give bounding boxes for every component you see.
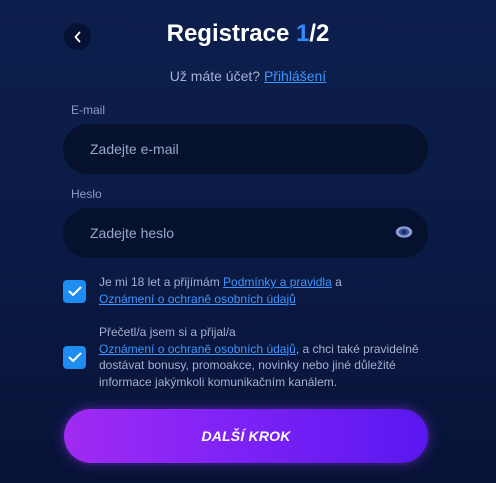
check-icon (68, 352, 81, 362)
terms-checkbox[interactable] (63, 280, 86, 303)
check-icon (68, 286, 81, 296)
step-current: 1 (296, 20, 310, 47)
page-title: Registrace 1/2 (0, 20, 496, 48)
marketing-text-before: Přečetl/a jsem si a přijal/a (99, 325, 236, 339)
password-input[interactable] (88, 224, 382, 242)
password-field-wrapper[interactable] (63, 208, 428, 258)
email-input[interactable] (88, 140, 382, 158)
email-label: E-mail (71, 103, 106, 117)
login-prompt-text: Už máte účet? (169, 68, 264, 84)
next-step-button[interactable]: DALŠÍ KROK (64, 409, 428, 463)
terms-text-middle: a (331, 275, 342, 289)
marketing-consent-text: Přečetl/a jsem si a přijal/a Oznámení o … (99, 324, 439, 390)
terms-text-before: Je mi 18 let a přijímám (99, 275, 224, 289)
marketing-checkbox[interactable] (63, 346, 86, 369)
login-link[interactable]: Přihlášení (264, 68, 326, 84)
page-title-text: Registrace (166, 20, 297, 47)
terms-link[interactable]: Podmínky a pravidla (223, 275, 332, 289)
privacy-link-2[interactable]: Oznámení o ochraně osobních údajů (99, 342, 296, 356)
email-field-wrapper[interactable] (63, 124, 428, 174)
password-label: Heslo (71, 187, 102, 201)
eye-icon[interactable] (395, 225, 413, 239)
login-prompt: Už máte účet? Přihlášení (0, 68, 496, 84)
terms-consent-text: Je mi 18 let a přijímám Podmínky a pravi… (99, 274, 439, 307)
step-total: /2 (309, 20, 330, 47)
privacy-link-1[interactable]: Oznámení o ochraně osobních údajů (99, 292, 296, 306)
